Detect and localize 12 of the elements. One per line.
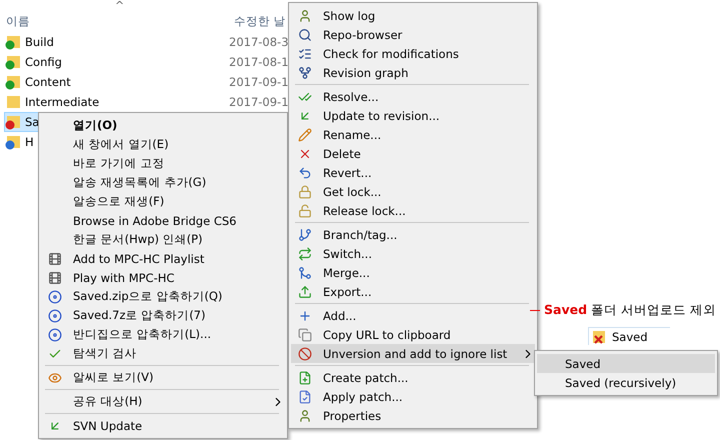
file-date: 2017-08-1: [229, 55, 289, 69]
file-date: 2017-08-3: [229, 35, 289, 49]
file-name: Build: [25, 35, 54, 49]
file-name: H: [25, 135, 34, 149]
folder-name: Saved: [612, 330, 648, 344]
file-name: Sa: [25, 115, 40, 129]
file-name: Intermediate: [25, 95, 100, 109]
file-name: Content: [25, 75, 71, 89]
file-date: 2017-09-1: [229, 75, 289, 89]
file-name: Config: [25, 55, 62, 69]
file-date: 2017-09-1: [229, 95, 289, 109]
annotation-text: Saved 폴더 서버업로드 제외: [544, 302, 716, 319]
